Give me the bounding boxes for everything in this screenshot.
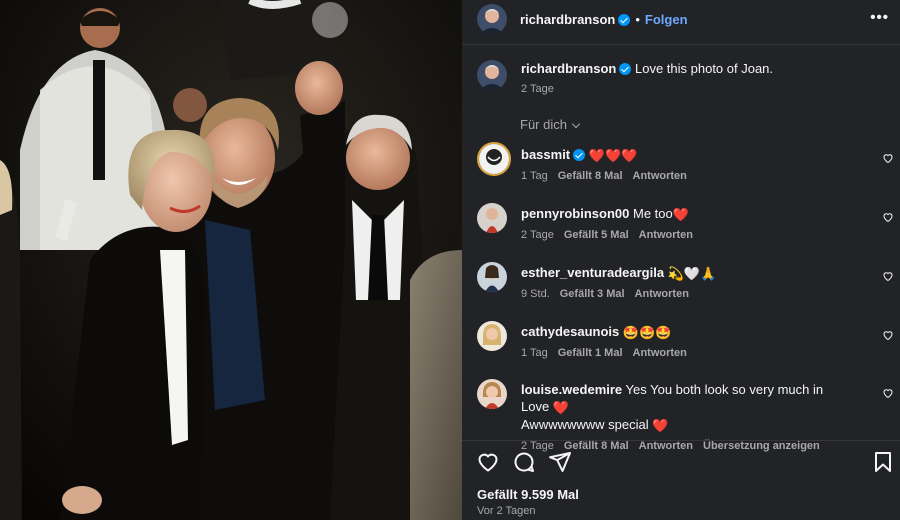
post-actions xyxy=(462,440,900,484)
verified-icon xyxy=(618,14,631,26)
like-count[interactable]: Gefällt 9.599 Mal xyxy=(477,487,579,502)
post-date: Vor 2 Tagen xyxy=(477,505,536,517)
post-side-panel: richardbranson • Folgen ••• richardbranson… xyxy=(462,0,900,520)
photo-illustration xyxy=(0,0,462,520)
comment-avatar[interactable] xyxy=(477,262,507,292)
comment-username[interactable]: louise.wedemire xyxy=(521,382,622,397)
comment-meta: 1 Tag Gefällt 1 Mal Antworten xyxy=(521,347,851,359)
caption-username[interactable]: richardbranson xyxy=(521,61,616,76)
comment-likes[interactable]: Gefällt 5 Mal xyxy=(564,229,629,241)
heart-icon[interactable] xyxy=(882,152,894,164)
comment-time: 1 Tag xyxy=(521,170,548,182)
comment-avatar[interactable] xyxy=(477,203,507,233)
header-divider xyxy=(462,44,900,45)
comment-emoji: ❤️ xyxy=(672,207,689,222)
reply-button[interactable]: Antworten xyxy=(635,288,689,300)
heart-icon[interactable] xyxy=(882,211,894,223)
author-username[interactable]: richardbranson xyxy=(520,12,615,27)
comment-meta: 1 Tag Gefällt 8 Mal Antworten xyxy=(521,170,851,182)
comment-meta: 9 Std. Gefällt 3 Mal Antworten xyxy=(521,288,851,300)
heart-icon[interactable] xyxy=(882,329,894,341)
heart-icon[interactable] xyxy=(882,387,894,399)
separator-dot: • xyxy=(635,12,640,27)
comment-emoji: 🤩🤩🤩 xyxy=(622,325,672,340)
comment-avatar[interactable] xyxy=(477,142,511,176)
instagram-post-view: richardbranson • Folgen ••• richardbranson… xyxy=(0,0,900,520)
chevron-down-icon xyxy=(571,119,581,129)
comment-username[interactable]: bassmit xyxy=(521,147,570,162)
reply-button[interactable]: Antworten xyxy=(633,170,687,182)
heart-icon[interactable] xyxy=(882,270,894,282)
comment-emoji: ❤️❤️❤️ xyxy=(588,148,638,163)
bookmark-icon[interactable] xyxy=(871,450,895,474)
comment-text-line2: Awwwwwwww special xyxy=(521,417,649,432)
comment-sort-dropdown[interactable]: Für dich xyxy=(520,117,581,132)
comment-meta: 2 Tage Gefällt 5 Mal Antworten xyxy=(521,229,851,241)
comment-emoji: ❤️ xyxy=(552,400,570,415)
verified-icon xyxy=(573,149,586,161)
comment-username[interactable]: cathydesaunois xyxy=(521,324,619,339)
comment-likes[interactable]: Gefällt 8 Mal xyxy=(558,170,623,182)
comment-emoji: 💫🤍🙏 xyxy=(667,266,717,281)
caption-time: 2 Tage xyxy=(521,83,554,95)
post-header: richardbranson • Folgen ••• xyxy=(462,0,900,40)
comment-sort-label: Für dich xyxy=(520,117,567,132)
comment-avatar[interactable] xyxy=(477,379,507,409)
share-icon[interactable] xyxy=(548,450,572,474)
reply-button[interactable]: Antworten xyxy=(639,229,693,241)
comment-text: Me too xyxy=(632,206,673,221)
caption-text: Love this photo of Joan. xyxy=(634,61,774,76)
comment-emoji-2: ❤️ xyxy=(652,418,669,433)
comment-icon[interactable] xyxy=(512,450,536,474)
comment-likes[interactable]: Gefällt 1 Mal xyxy=(558,347,623,359)
comment-time: 2 Tage xyxy=(521,229,554,241)
comment-time: 1 Tag xyxy=(521,347,548,359)
comment-username[interactable]: pennyrobinson00 xyxy=(521,206,629,221)
caption-author-avatar[interactable] xyxy=(477,60,507,90)
comment-likes[interactable]: Gefällt 3 Mal xyxy=(560,288,625,300)
author-avatar[interactable] xyxy=(477,4,507,34)
follow-button[interactable]: Folgen xyxy=(645,12,688,27)
comment-username[interactable]: esther_venturadeargila xyxy=(521,265,664,280)
post-photo[interactable] xyxy=(0,0,462,520)
author-line: richardbranson • Folgen xyxy=(520,11,688,29)
reply-button[interactable]: Antworten xyxy=(633,347,687,359)
comment-avatar[interactable] xyxy=(477,321,507,351)
comment-time: 9 Std. xyxy=(521,288,550,300)
like-heart-icon[interactable] xyxy=(476,450,500,474)
more-icon[interactable]: ••• xyxy=(870,9,889,26)
caption-text-line: richardbranson Love this photo of Joan. xyxy=(521,60,881,77)
verified-icon xyxy=(619,63,632,75)
